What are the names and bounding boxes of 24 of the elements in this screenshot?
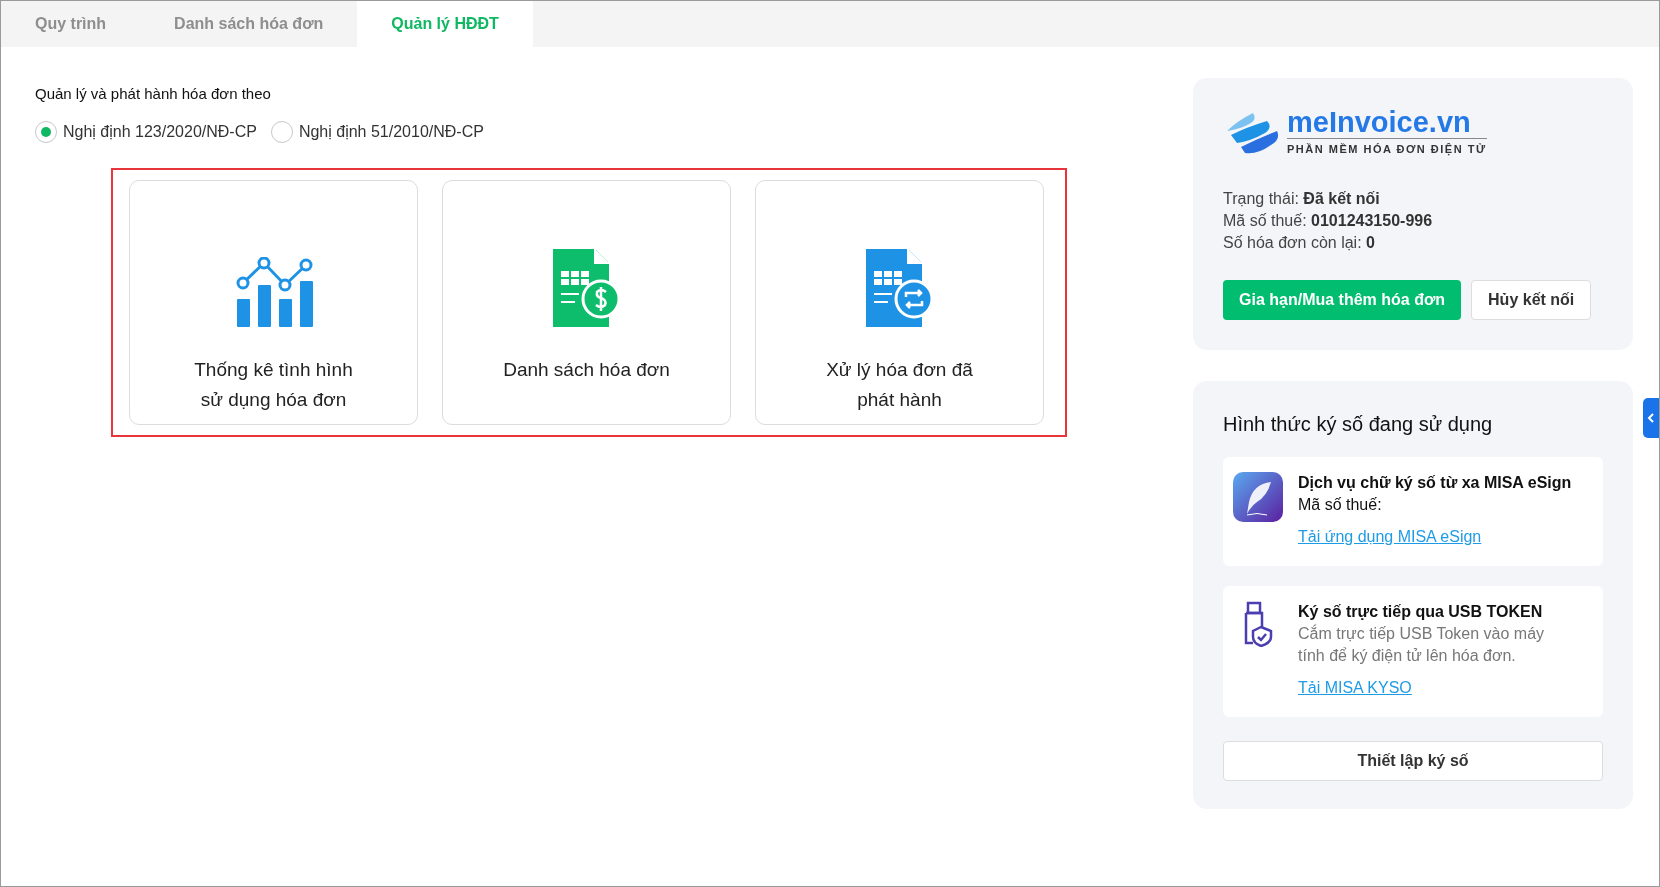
radio-button[interactable] [35, 120, 57, 143]
feature-card[interactable]: Thống kê tình hình sử dụng hóa đơn [129, 179, 418, 425]
usb-shield-icon [1243, 600, 1273, 647]
signing-setup-button[interactable]: Thiết lập ký số [1223, 740, 1603, 781]
method-description: Cắm trực tiếp USB Token vào máy tính để ký điện tử lên hóa đơn. [1298, 623, 1546, 666]
method-detail: Mã số thuế: [1298, 494, 1383, 515]
feature-card[interactable]: Danh sách hóa đơn [442, 179, 731, 425]
info-line: Mã số thuế: 0101243150-996 [1223, 210, 1434, 231]
section-label: Quản lý và phát hành hóa đơn theo [35, 84, 272, 104]
logo-tagline: PHẦN MỀM HÓA ĐƠN ĐIỆN TỬ [1287, 142, 1487, 158]
logo-name: meInvoice.vn [1287, 106, 1487, 139]
feature-card[interactable]: Xử lý hóa đơn đã phát hành [755, 179, 1044, 425]
method-title: Ký số trực tiếp qua USB TOKEN [1298, 601, 1544, 622]
collapse-tab[interactable] [1643, 398, 1659, 438]
radio-option[interactable]: Nghị định 51/2010/NĐ-CP [270, 119, 484, 144]
disconnect-button[interactable]: Hủy kết nối [1471, 279, 1592, 320]
info-line: Trạng thái: Đã kết nối [1223, 188, 1381, 209]
panel-title: Hình thức ký số đang sử dụng [1223, 411, 1494, 437]
radio-option[interactable]: Nghị định 123/2020/NĐ-CP [35, 119, 257, 144]
feather-app-icon [1233, 471, 1283, 522]
radio-button[interactable] [270, 120, 293, 143]
method-title: Dịch vụ chữ ký số từ xa MISA eSign [1298, 472, 1572, 493]
info-line: Số hóa đơn còn lại: 0 [1223, 232, 1376, 253]
chevron-left-icon [1647, 413, 1655, 423]
